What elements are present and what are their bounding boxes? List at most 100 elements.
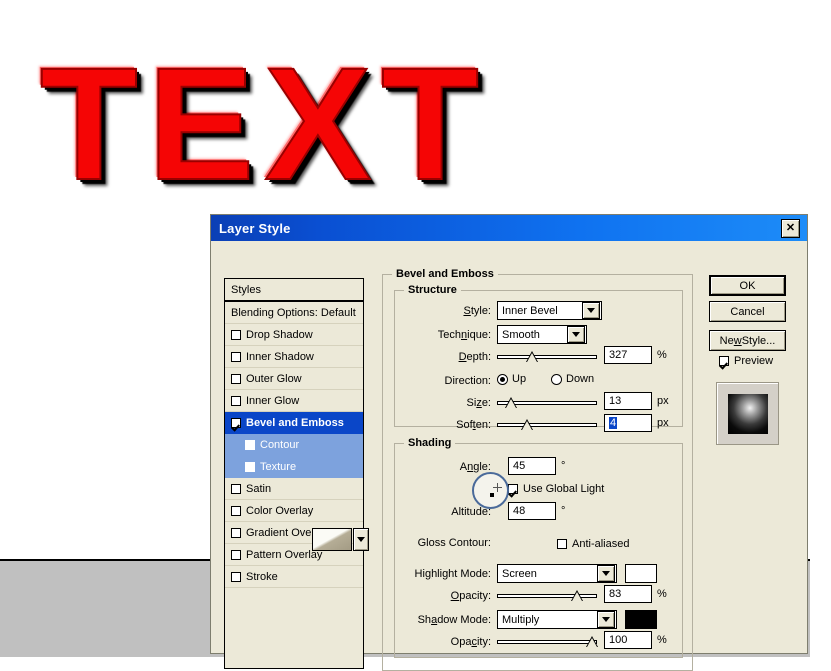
technique-dropdown[interactable]: Smooth: [497, 325, 587, 344]
depth-slider[interactable]: [497, 350, 597, 364]
shadow-opacity-thumb[interactable]: [586, 636, 598, 647]
highlight-opacity-slider[interactable]: [497, 589, 597, 603]
sidebar-item-label: Contour: [260, 438, 300, 451]
styles-list-header[interactable]: Styles: [225, 279, 363, 302]
checkbox-icon[interactable]: [231, 571, 241, 582]
sidebar-item-label: Outer Glow: [246, 372, 302, 385]
size-slider-thumb[interactable]: [505, 397, 517, 408]
sidebar-item-label: Texture: [260, 460, 297, 473]
sidebar-item-drop-shadow[interactable]: Drop Shadow: [225, 324, 363, 346]
styles-list[interactable]: Styles Blending Options: Default Drop Sh…: [224, 278, 364, 669]
checkbox-icon[interactable]: [231, 417, 241, 428]
angle-input[interactable]: 45: [508, 457, 556, 475]
angle-dial-center-dot: [490, 493, 494, 497]
sidebar-item-inner-shadow[interactable]: Inner Shadow: [225, 346, 363, 368]
highlight-opacity-input[interactable]: 83: [604, 585, 652, 603]
direction-down-label: Down: [566, 373, 595, 385]
sidebar-item-blending-options[interactable]: Blending Options: Default: [225, 302, 363, 324]
shadow-opacity-track: [497, 640, 597, 644]
blending-options-label: Blending Options: Default: [231, 306, 356, 319]
sidebar-item-texture[interactable]: Texture: [225, 456, 363, 478]
sidebar-item-contour[interactable]: Contour: [225, 434, 363, 456]
anti-aliased-label: Anti-aliased: [572, 538, 630, 550]
shadow-mode-dropdown[interactable]: Multiply: [497, 610, 617, 629]
checkbox-icon: [508, 484, 518, 494]
size-slider[interactable]: [497, 396, 597, 410]
direction-down-radio[interactable]: Down: [551, 373, 594, 385]
preview-thumbnail: [727, 393, 768, 434]
sidebar-item-color-overlay[interactable]: Color Overlay: [225, 500, 363, 522]
chevron-down-icon[interactable]: [567, 326, 585, 343]
dialog-titlebar[interactable]: Layer Style ✕: [211, 215, 807, 241]
shadow-opacity-input[interactable]: 100: [604, 631, 652, 649]
shadow-opacity-label: Opacity:: [450, 636, 491, 648]
altitude-input[interactable]: 48: [508, 502, 556, 520]
soften-input[interactable]: 4: [604, 414, 652, 432]
size-unit: px: [657, 395, 669, 407]
style-dropdown-value: Inner Bevel: [502, 304, 558, 317]
chevron-down-icon[interactable]: [597, 611, 615, 628]
new-style-button[interactable]: Ne w Style...: [709, 330, 786, 351]
size-value: 13: [609, 395, 622, 407]
altitude-unit: °: [561, 505, 566, 517]
checkbox-icon[interactable]: [231, 329, 241, 340]
dialog-title: Layer Style: [219, 220, 291, 236]
soften-slider-thumb[interactable]: [521, 419, 534, 430]
cancel-button[interactable]: Cancel: [709, 301, 786, 322]
shadow-opacity-unit: %: [657, 634, 667, 646]
gloss-contour-swatch[interactable]: [312, 528, 352, 551]
checkbox-icon[interactable]: [231, 351, 241, 362]
checkbox-icon[interactable]: [231, 527, 241, 538]
sidebar-item-stroke[interactable]: Stroke: [225, 566, 363, 588]
checkbox-icon[interactable]: [245, 461, 255, 472]
depth-input[interactable]: 327: [604, 346, 652, 364]
highlight-mode-value: Screen: [502, 567, 537, 580]
sidebar-item-outer-glow[interactable]: Outer Glow: [225, 368, 363, 390]
shading-group: Shading Angle: 45 ° Use Global Light Alt…: [394, 437, 683, 658]
checkbox-icon[interactable]: [231, 549, 241, 560]
direction-label: Direction:: [444, 375, 491, 387]
direction-up-radio[interactable]: Up: [497, 373, 526, 385]
depth-label: Depth:: [458, 351, 491, 363]
shadow-color-swatch[interactable]: [625, 610, 657, 629]
gloss-contour-chevron-down-icon[interactable]: [353, 528, 369, 551]
highlight-opacity-thumb[interactable]: [570, 590, 583, 601]
checkbox-icon: [719, 356, 729, 366]
checkbox-icon[interactable]: [231, 505, 241, 516]
sidebar-item-label: Stroke: [246, 570, 278, 583]
checkbox-icon[interactable]: [231, 373, 241, 384]
checkbox-icon[interactable]: [245, 439, 255, 450]
highlight-opacity-value: 83: [609, 588, 622, 600]
ok-button[interactable]: OK: [709, 275, 786, 296]
highlight-opacity-label: Opacity:: [450, 590, 491, 602]
shadow-opacity-value: 100: [609, 634, 628, 646]
highlight-mode-dropdown[interactable]: Screen: [497, 564, 617, 583]
angle-dial[interactable]: [472, 472, 509, 509]
sidebar-item-satin[interactable]: Satin: [225, 478, 363, 500]
anti-aliased-checkbox[interactable]: Anti-aliased: [557, 538, 629, 550]
chevron-down-icon[interactable]: [597, 565, 615, 582]
chevron-down-icon[interactable]: [582, 302, 600, 319]
soften-slider[interactable]: [497, 418, 597, 432]
shadow-opacity-slider[interactable]: [497, 635, 598, 649]
soften-unit: px: [657, 417, 669, 429]
sidebar-item-inner-glow[interactable]: Inner Glow: [225, 390, 363, 412]
checkbox-icon[interactable]: [231, 483, 241, 494]
canvas-right-strip: [810, 0, 831, 657]
sidebar-item-bevel-and-emboss[interactable]: Bevel and Emboss: [225, 412, 363, 434]
highlight-color-swatch[interactable]: [625, 564, 657, 583]
preview-checkbox[interactable]: Preview: [719, 355, 773, 367]
altitude-value: 48: [513, 505, 526, 517]
layer-style-dialog: Layer Style ✕ Styles Blending Options: D…: [210, 214, 808, 671]
close-icon[interactable]: ✕: [781, 218, 800, 238]
use-global-light-checkbox[interactable]: Use Global Light: [508, 483, 604, 495]
checkbox-icon[interactable]: [231, 395, 241, 406]
bevel-and-emboss-group-label: Bevel and Emboss: [392, 268, 498, 280]
size-input[interactable]: 13: [604, 392, 652, 410]
sidebar-item-label: Bevel and Emboss: [246, 416, 344, 429]
depth-value: 327: [609, 349, 628, 361]
sidebar-item-label: Drop Shadow: [246, 328, 313, 341]
style-dropdown[interactable]: Inner Bevel: [497, 301, 602, 320]
styles-list-header-label: Styles: [231, 283, 261, 296]
depth-slider-thumb[interactable]: [526, 351, 539, 362]
